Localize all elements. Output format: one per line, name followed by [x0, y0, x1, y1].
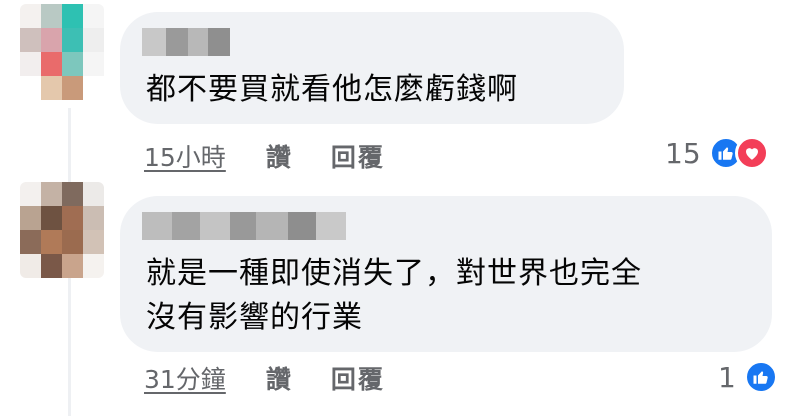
- avatar-pixel: [62, 230, 83, 254]
- avatar-pixel: [62, 254, 83, 278]
- avatar-pixel: [20, 76, 41, 100]
- reaction-count: 15: [665, 136, 701, 170]
- avatar-pixel: [41, 206, 62, 230]
- avatar-pixel: [20, 4, 41, 28]
- avatar-pixel: [83, 4, 104, 28]
- timestamp-link[interactable]: 15小時: [144, 138, 226, 174]
- comment-text-line: 就是一種即使消失了，對世界也完全: [146, 256, 642, 291]
- avatar-pixel: [20, 28, 41, 52]
- avatar-pixel: [62, 182, 83, 206]
- avatar-pixel: [62, 4, 83, 28]
- avatar-pixel: [41, 28, 62, 52]
- avatar-pixel: [83, 182, 104, 206]
- avatar-pixel: [20, 206, 41, 230]
- avatar-pixel: [83, 254, 104, 278]
- avatar-pixel: [62, 52, 83, 76]
- like-button[interactable]: 讚: [266, 138, 293, 174]
- comment-bubble: 就是一種即使消失了，對世界也完全 沒有影響的行業: [120, 196, 772, 352]
- avatar-pixel: [83, 76, 104, 100]
- comment-text: 都不要買就看他怎麼虧錢啊: [146, 68, 518, 112]
- avatar-pixel: [41, 4, 62, 28]
- comment-actions: 15小時 讚 回覆: [144, 138, 423, 174]
- avatar-pixel: [62, 28, 83, 52]
- blurred-username[interactable]: [142, 212, 346, 240]
- avatar-pixel: [41, 76, 62, 100]
- avatar-pixel: [83, 28, 104, 52]
- like-icon: [743, 360, 778, 394]
- like-button[interactable]: 讚: [266, 360, 293, 396]
- avatar-pixel: [20, 254, 41, 278]
- avatar[interactable]: [20, 4, 104, 100]
- avatar-pixel: [83, 52, 104, 76]
- avatar-pixel: [41, 182, 62, 206]
- comment-bubble: 都不要買就看他怎麼虧錢啊: [120, 12, 624, 124]
- avatar-pixel: [83, 230, 104, 254]
- comment-text-line: 沒有影響的行業: [146, 300, 363, 335]
- love-icon: [734, 136, 769, 170]
- avatar[interactable]: [20, 182, 104, 278]
- avatar-pixel: [20, 52, 41, 76]
- reply-button[interactable]: 回覆: [331, 138, 385, 174]
- avatar-pixel: [41, 230, 62, 254]
- reaction-count: 1: [718, 360, 736, 394]
- avatar-pixel: [41, 52, 62, 76]
- reply-button[interactable]: 回覆: [331, 360, 385, 396]
- comment-text: 就是一種即使消失了，對世界也完全 沒有影響的行業: [146, 252, 756, 340]
- avatar-pixel: [41, 254, 62, 278]
- reaction-summary[interactable]: 15: [665, 136, 769, 170]
- comment-actions: 31分鐘 讚 回覆: [144, 360, 423, 396]
- avatar-pixel: [62, 76, 83, 100]
- avatar-pixel: [62, 206, 83, 230]
- avatar-pixel: [83, 206, 104, 230]
- comment-text-line: 都不要買就看他怎麼虧錢啊: [146, 72, 518, 107]
- reaction-summary[interactable]: 1: [718, 360, 778, 394]
- blurred-username[interactable]: [142, 28, 230, 56]
- avatar-pixel: [20, 182, 41, 206]
- avatar-pixel: [20, 230, 41, 254]
- timestamp-link[interactable]: 31分鐘: [144, 360, 226, 396]
